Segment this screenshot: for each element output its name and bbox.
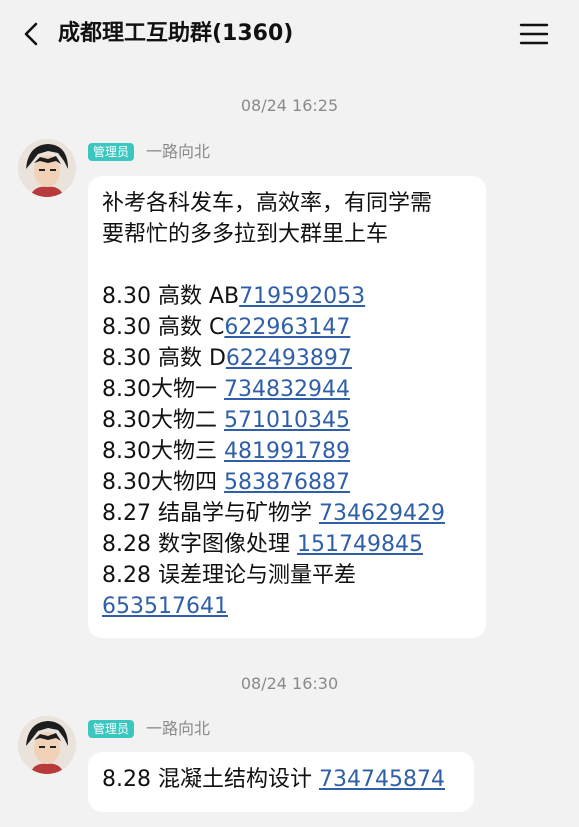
group-number-link[interactable]: 734629429 [319, 501, 445, 526]
list-item: 8.30 高数 C622963147 [102, 312, 472, 343]
message-timestamp: 08/24 16:25 [240, 96, 339, 115]
message-bubble[interactable]: 补考各科发车，高效率，有同学需 要帮忙的多多拉到大群里上车 8.30 高数 AB… [88, 176, 486, 638]
exam-label: 8.28 误差理论与测量平差 [102, 563, 356, 588]
group-number-link[interactable]: 734832944 [224, 377, 350, 402]
admin-badge: 管理员 [88, 720, 135, 738]
group-number-link[interactable]: 622963147 [224, 315, 350, 340]
menu-icon[interactable] [519, 22, 549, 46]
group-number-link[interactable]: 583876887 [224, 470, 350, 495]
sender-name: 一路向北 [146, 142, 211, 161]
avatar[interactable] [18, 139, 76, 197]
list-item: 653517641 [102, 591, 472, 622]
top-bar: 成都理工互助群(1360) [0, 0, 579, 68]
exam-label: 8.27 结晶学与矿物学 [102, 501, 319, 526]
list-item: 8.28 误差理论与测量平差 [102, 560, 472, 591]
sender-name: 一路向北 [146, 719, 211, 738]
exam-label: 8.28 混凝土结构设计 [102, 767, 319, 792]
message-text: 补考各科发车，高效率，有同学需 [102, 191, 433, 216]
list-item: 8.30大物四 583876887 [102, 467, 472, 498]
list-item: 8.30 高数 AB719592053 [102, 281, 472, 312]
message-timestamp: 08/24 16:30 [240, 674, 339, 693]
message-bubble[interactable]: 8.28 混凝土结构设计 734745874 [88, 752, 474, 812]
list-item: 8.30 高数 D622493897 [102, 343, 472, 374]
admin-badge: 管理员 [88, 143, 135, 161]
group-number-link[interactable]: 734745874 [319, 767, 445, 792]
exam-label: 8.30 高数 AB [102, 284, 240, 309]
group-number-link[interactable]: 151749845 [297, 532, 423, 557]
exam-label: 8.30 高数 D [102, 346, 226, 371]
exam-label: 8.30大物四 [102, 470, 224, 495]
group-number-link[interactable]: 653517641 [102, 594, 228, 619]
exam-label: 8.30大物一 [102, 377, 224, 402]
message-text: 要帮忙的多多拉到大群里上车 [102, 222, 389, 247]
list-item: 8.27 结晶学与矿物学 734629429 [102, 498, 472, 529]
group-number-link[interactable]: 622493897 [226, 346, 352, 371]
chat-title: 成都理工互助群(1360) [58, 21, 294, 46]
avatar[interactable] [18, 716, 76, 774]
group-number-link[interactable]: 481991789 [224, 439, 350, 464]
list-item: 8.30大物一 734832944 [102, 374, 472, 405]
group-number-link[interactable]: 571010345 [224, 408, 350, 433]
back-arrow-icon[interactable] [18, 20, 46, 48]
list-item: 8.30大物三 481991789 [102, 436, 472, 467]
list-item: 8.28 混凝土结构设计 734745874 [102, 764, 460, 795]
list-item: 8.28 数字图像处理 151749845 [102, 529, 472, 560]
group-number-link[interactable]: 719592053 [239, 284, 365, 309]
list-item: 8.30大物二 571010345 [102, 405, 472, 436]
exam-label: 8.30大物三 [102, 439, 224, 464]
exam-label: 8.28 数字图像处理 [102, 532, 297, 557]
exam-label: 8.30大物二 [102, 408, 224, 433]
exam-label: 8.30 高数 C [102, 315, 225, 340]
